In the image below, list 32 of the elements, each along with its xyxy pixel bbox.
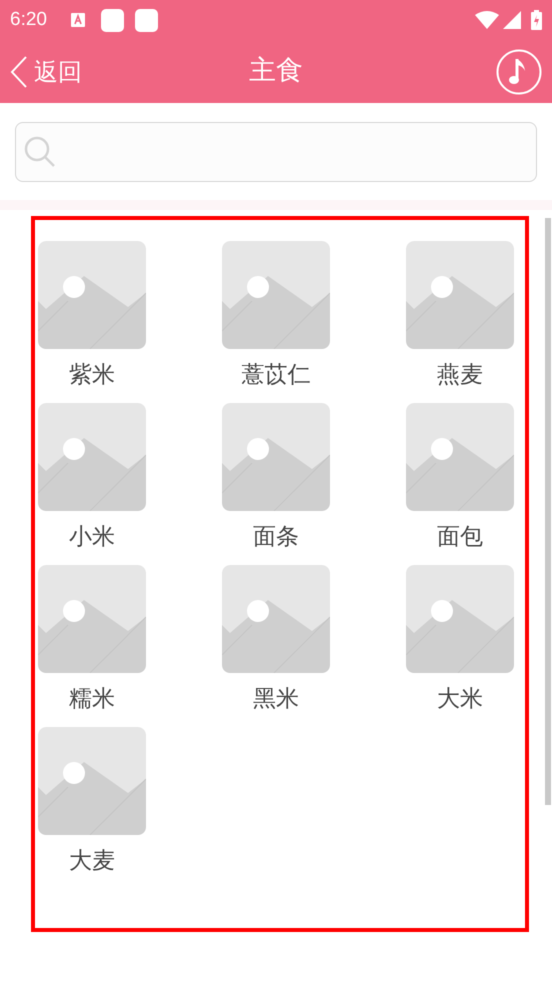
status-time: 6:20 [10,8,47,32]
food-label[interactable]: 紫米 [69,361,115,389]
page-title: 主食 [249,54,303,88]
search-icon [23,134,57,168]
food-label[interactable]: 糯米 [69,685,115,713]
notification-icon [100,8,124,32]
image-placeholder-icon [406,241,514,349]
food-label[interactable]: 燕麦 [437,361,483,389]
food-label[interactable]: 大麦 [69,847,115,875]
image-placeholder-icon [222,403,330,511]
food-label[interactable]: 大米 [437,685,483,713]
image-placeholder-icon [38,565,146,673]
signal-icon [503,11,521,29]
search-field[interactable] [15,122,537,182]
food-label[interactable]: 薏苡仁 [242,361,310,389]
image-placeholder-icon [406,565,514,673]
food-label[interactable]: 小米 [69,523,115,551]
image-placeholder-icon [222,241,330,349]
image-placeholder-icon [38,403,146,511]
image-placeholder-icon [38,727,146,835]
wifi-icon [475,11,499,29]
chevron-left-icon [10,56,28,88]
image-placeholder-icon [406,403,514,511]
keyboard-a-icon [70,13,85,27]
food-label[interactable]: 面条 [253,523,299,551]
music-note-icon[interactable] [496,48,542,94]
battery-icon [531,10,542,30]
notification-icon [134,8,158,32]
image-placeholder-icon [222,565,330,673]
food-label[interactable]: 面包 [437,523,483,551]
food-label[interactable]: 黑米 [253,685,299,713]
image-placeholder-icon [38,241,146,349]
